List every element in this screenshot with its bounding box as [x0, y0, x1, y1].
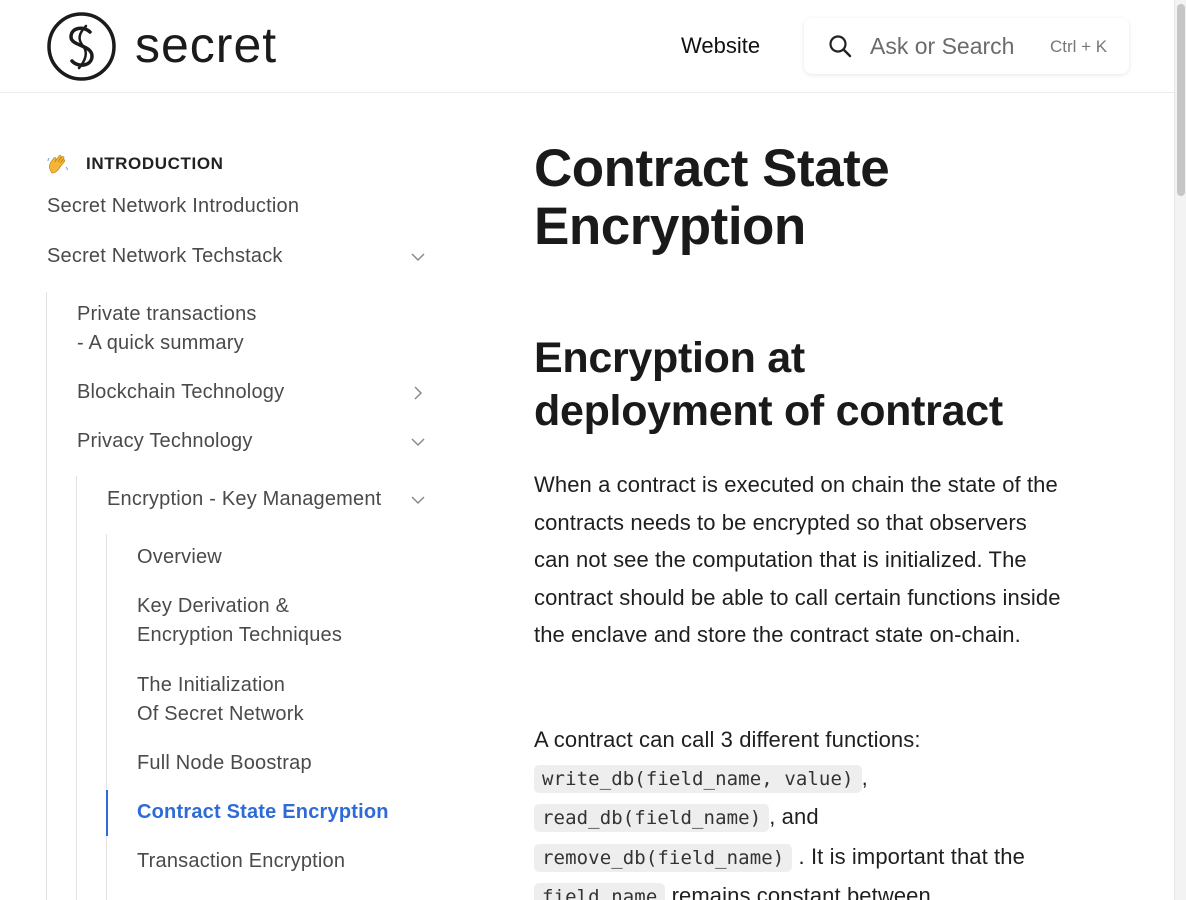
code-write-db: write_db(field_name, value) — [534, 764, 862, 793]
code-read-db: read_db(field_name) — [534, 804, 770, 832]
sidebar-item-full-node-bootstrap[interactable]: Full Node Boostrap — [137, 749, 312, 778]
page-title-line: Encryption — [534, 197, 806, 256]
logo-text[interactable]: secret — [135, 12, 277, 78]
nav-tree-line — [76, 476, 77, 900]
nav-tree-line — [106, 534, 107, 900]
chevron-down-icon[interactable] — [411, 493, 425, 507]
sidebar-item-label: Key Derivation & — [137, 595, 290, 617]
paragraph-text: , and — [769, 804, 819, 829]
scrollbar-thumb[interactable] — [1177, 4, 1185, 196]
sidebar-item-secret-network-techstack[interactable]: Secret Network Techstack — [47, 242, 283, 271]
sidebar-item-secret-network-introduction[interactable]: Secret Network Introduction — [47, 192, 299, 221]
chevron-down-icon[interactable] — [411, 435, 425, 449]
sidebar-item-encryption-key-management[interactable]: Encryption - Key Management — [107, 485, 381, 514]
chevron-right-icon[interactable] — [411, 386, 425, 400]
paragraph-contract-functions: A contract can call 3 different function… — [534, 721, 1064, 900]
page-title-line: Contract State — [534, 139, 890, 198]
search-icon — [829, 35, 852, 58]
sidebar-item-transaction-encryption[interactable]: Transaction Encryption — [137, 847, 345, 876]
code-remove-db: remove_db(field_name) — [534, 843, 793, 872]
sidebar-item-overview[interactable]: Overview — [137, 543, 222, 572]
sidebar-item-label: - A quick summary — [77, 332, 244, 354]
search-placeholder[interactable]: Ask or Search — [870, 31, 1014, 61]
paragraph-text: , — [861, 764, 868, 790]
sidebar-item-initialization[interactable]: The Initialization Of Secret Network — [137, 671, 304, 729]
sidebar-item-private-transactions[interactable]: Private transactions - A quick summary — [77, 300, 257, 358]
section-heading-encryption-at-deployment: Encryption at deployment of contract — [534, 332, 1094, 438]
waving-hand-icon — [47, 155, 69, 174]
sidebar-item-key-derivation[interactable]: Key Derivation & Encryption Techniques — [137, 592, 342, 650]
secret-logo-icon[interactable] — [46, 12, 117, 81]
paragraph-contract-execution: When a contract is executed on chain the… — [534, 472, 1061, 648]
paragraph-text: remains constant between — [671, 883, 931, 900]
sidebar-item-label: The Initialization — [137, 674, 286, 696]
search-shortcut-hint: Ctrl + K — [1050, 37, 1108, 56]
section-heading-line: Encryption at — [534, 334, 805, 382]
active-item-indicator — [106, 790, 108, 836]
sidebar-item-privacy-technology[interactable]: Privacy Technology — [77, 427, 253, 456]
sidebar-item-label: Private transactions — [77, 303, 257, 325]
chevron-down-icon[interactable] — [411, 250, 425, 264]
sidebar-item-label: Encryption Techniques — [137, 624, 343, 646]
page-scrollbar[interactable] — [1174, 0, 1186, 900]
section-title-introduction: INTRODUCTION — [86, 154, 224, 173]
nav-website-link[interactable]: Website — [681, 32, 760, 60]
sidebar-nav: INTRODUCTION Secret Network Introduction… — [0, 94, 460, 900]
sidebar-item-contract-state-encryption[interactable]: Contract State Encryption — [137, 798, 389, 827]
top-header: secret Website Ask or Search Ctrl + K — [0, 0, 1174, 93]
page-title: Contract State Encryption — [534, 140, 1094, 256]
sidebar-item-label: Of Secret Network — [137, 703, 304, 725]
sidebar-item-blockchain-technology[interactable]: Blockchain Technology — [77, 378, 284, 407]
nav-tree-line — [46, 292, 47, 900]
sidebar-section-header: INTRODUCTION — [46, 152, 224, 176]
section-heading-line: deployment of contract — [534, 387, 1003, 435]
paragraph-text: A contract can call 3 different function… — [534, 727, 921, 752]
paragraph-text: . It is important that the — [798, 843, 1025, 869]
search-box[interactable]: Ask or Search Ctrl + K — [804, 18, 1129, 74]
code-field-name: field_name — [534, 883, 666, 900]
